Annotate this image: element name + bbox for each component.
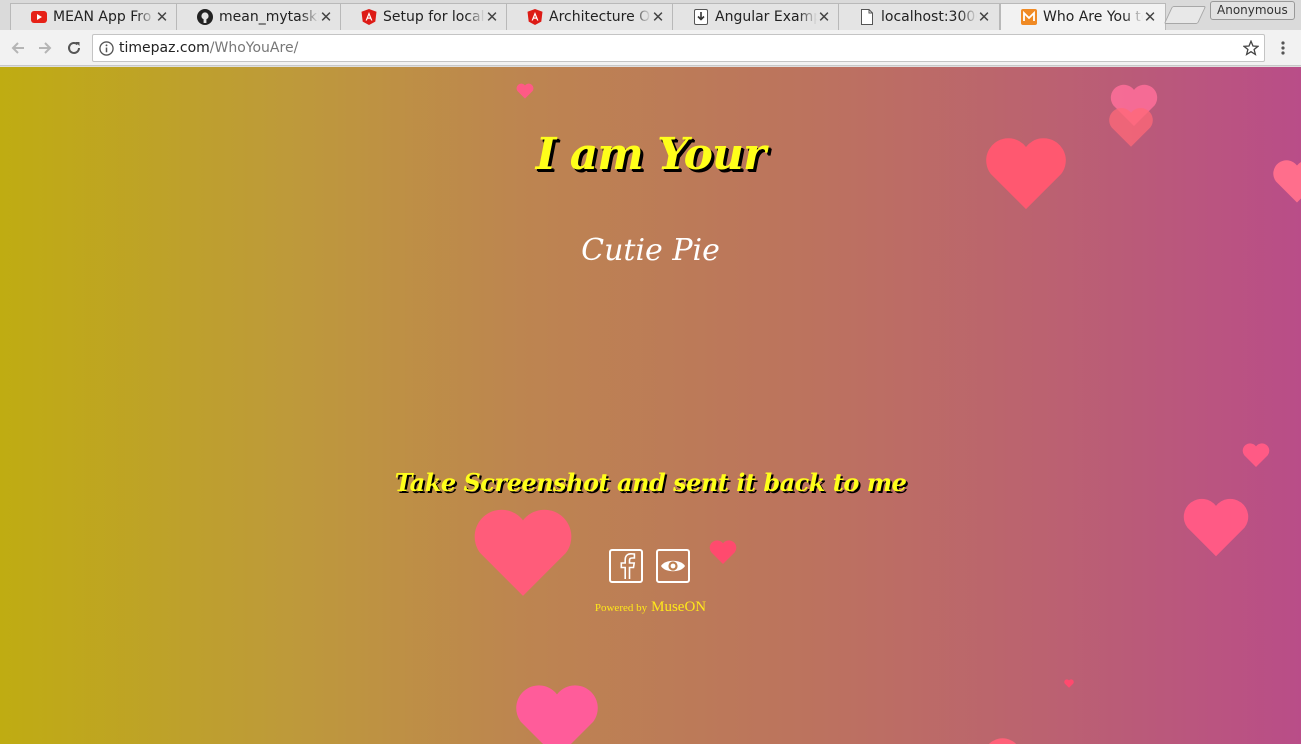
github-icon <box>197 9 213 25</box>
angular-icon <box>527 9 543 25</box>
heart-icon <box>1242 443 1270 468</box>
powered-prefix: Powered by <box>594 602 648 614</box>
youtube-icon <box>31 9 47 25</box>
tab-architecture[interactable]: Architecture O ✕ <box>506 3 674 30</box>
close-icon[interactable]: ✕ <box>485 8 499 26</box>
heart-icon <box>1183 498 1249 557</box>
heart-icon <box>967 738 1017 744</box>
call-to-action: Take Screenshot and sent it back to me <box>394 468 907 497</box>
heart-icon <box>1064 679 1074 688</box>
angular-icon <box>361 9 377 25</box>
download-page-icon <box>693 9 709 25</box>
page-subtitle: Cutie Pie <box>581 233 720 268</box>
facebook-icon <box>620 552 636 579</box>
page-icon <box>859 9 875 25</box>
tab-who-are-you[interactable]: Who Are You to ✕ <box>1000 3 1166 30</box>
tab-setup-local[interactable]: Setup for local ✕ <box>340 3 508 30</box>
powered-by: Powered by MuseON <box>0 598 1301 616</box>
new-tab-button[interactable] <box>1163 6 1207 24</box>
close-icon[interactable]: ✕ <box>319 8 333 26</box>
close-icon[interactable]: ✕ <box>155 8 169 26</box>
address-bar[interactable]: timepaz.com/WhoYouAre/ <box>92 34 1265 62</box>
eye-icon <box>661 560 685 572</box>
tab-title: localhost:3000 <box>881 9 977 25</box>
menu-button[interactable] <box>1271 36 1295 60</box>
forward-button[interactable] <box>33 36 57 60</box>
back-button[interactable] <box>6 36 30 60</box>
page-canvas: I am Your Cutie Pie Take Screenshot and … <box>0 67 1301 744</box>
close-icon[interactable]: ✕ <box>1143 8 1157 26</box>
powered-brand-link[interactable]: MuseON <box>651 599 706 615</box>
tab-angular-example[interactable]: Angular Examp ✕ <box>672 3 840 30</box>
close-icon[interactable]: ✕ <box>977 8 991 26</box>
toolbar: timepaz.com/WhoYouAre/ <box>0 30 1301 66</box>
url-path: /WhoYouAre/ <box>209 40 299 56</box>
view-button[interactable] <box>656 549 690 583</box>
tab-mean-app[interactable]: MEAN App Fro ✕ <box>10 3 178 30</box>
page-title: I am Your <box>535 129 766 180</box>
forward-arrow-icon <box>39 42 52 54</box>
facebook-share-button[interactable] <box>609 549 643 583</box>
reload-button[interactable] <box>62 36 86 60</box>
close-icon[interactable]: ✕ <box>817 8 831 26</box>
close-icon[interactable]: ✕ <box>651 8 665 26</box>
tab-title: Who Are You to <box>1043 9 1143 25</box>
tab-title: Angular Examp <box>715 9 817 25</box>
bookmark-star-icon[interactable] <box>1238 40 1264 56</box>
tab-title: Architecture O <box>549 9 651 25</box>
kebab-menu-icon <box>1281 41 1285 55</box>
tab-mean-mytasklist[interactable]: mean_mytaskli ✕ <box>176 3 342 30</box>
muse-m-icon <box>1021 9 1037 25</box>
tab-title: MEAN App Fro <box>53 9 152 25</box>
heart-icon <box>474 509 572 596</box>
reload-icon <box>68 41 80 54</box>
heart-icon <box>709 540 737 565</box>
tab-title: mean_mytaskli <box>219 9 319 25</box>
info-icon[interactable] <box>93 40 119 56</box>
tab-localhost[interactable]: localhost:3000 ✕ <box>838 3 1000 30</box>
heart-icon <box>516 685 598 744</box>
back-arrow-icon <box>11 42 24 54</box>
tab-title: Setup for local <box>383 9 485 25</box>
social-buttons <box>609 549 690 583</box>
profile-badge[interactable]: Anonymous <box>1210 1 1295 20</box>
url-host: timepaz.com <box>119 40 210 56</box>
tab-strip: MEAN App Fro ✕ mean_mytaskli ✕ Setup for… <box>0 0 1301 30</box>
heart-icon <box>516 83 534 99</box>
